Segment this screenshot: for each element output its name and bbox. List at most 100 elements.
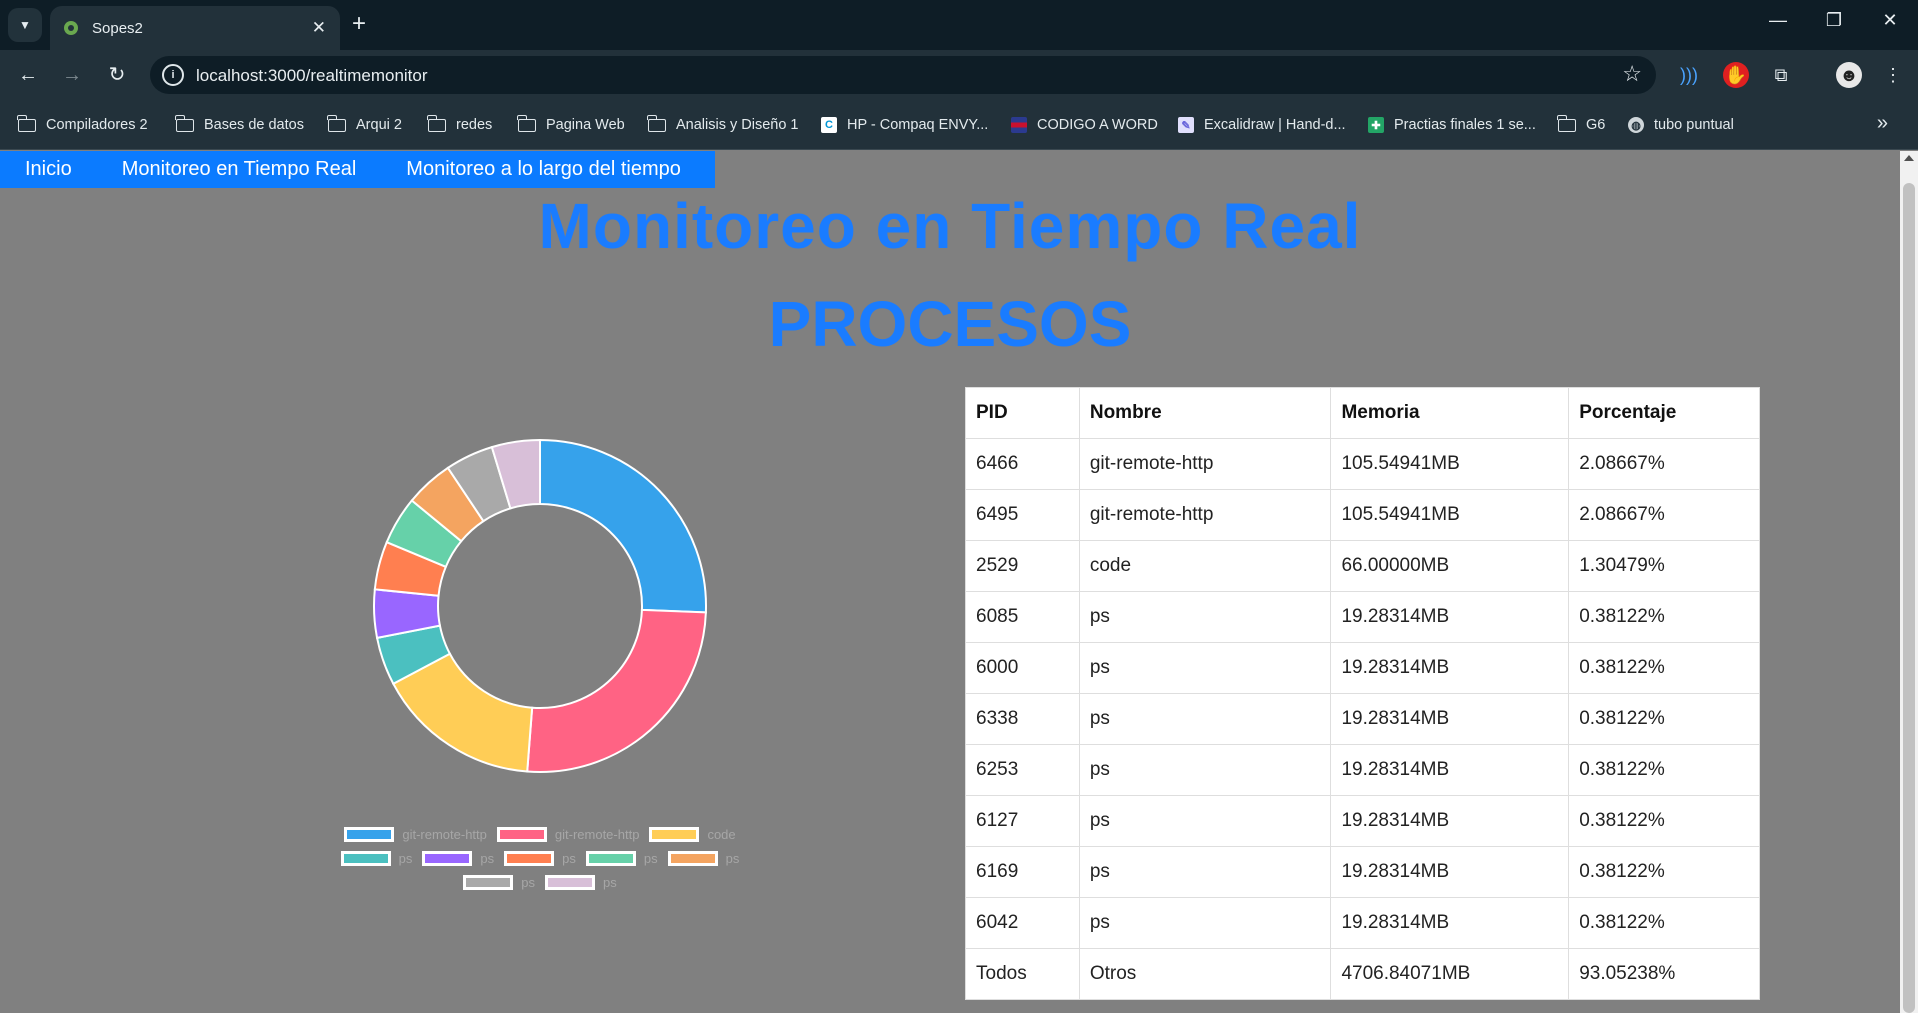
cell-porcentaje: 93.05238% xyxy=(1568,948,1760,1000)
cell-nombre: ps xyxy=(1078,897,1332,949)
table-row: 6127 ps 19.28314MB 0.38122% xyxy=(965,795,1760,847)
browser-toolbar: ← → ↻ i localhost:3000/realtimemonitor ☆… xyxy=(0,50,1918,100)
cell-memoria: 105.54941MB xyxy=(1330,438,1570,490)
wireless-extension-icon[interactable]: ))) xyxy=(1676,62,1702,88)
tab-close-icon[interactable]: ✕ xyxy=(312,18,326,38)
app-navbar: Inicio Monitoreo en Tiempo Real Monitore… xyxy=(0,151,715,188)
bookmark-g6[interactable]: G6 xyxy=(1557,114,1605,135)
bookmark-bases-de-datos[interactable]: Bases de datos xyxy=(175,114,304,135)
restore-icon[interactable]: ❐ xyxy=(1814,10,1854,31)
legend-swatch xyxy=(545,874,595,890)
url-text[interactable]: localhost:3000/realtimemonitor xyxy=(196,66,428,86)
bookmark-hp-compaq[interactable]: C HP - Compaq ENVY... xyxy=(821,115,988,135)
scroll-up-arrow-icon[interactable] xyxy=(1904,155,1914,161)
legend-item[interactable]: ps xyxy=(463,874,535,890)
header-nombre: Nombre xyxy=(1078,387,1332,439)
forward-icon[interactable]: → xyxy=(58,61,86,89)
folder-icon xyxy=(427,114,446,132)
cell-nombre: ps xyxy=(1078,846,1332,898)
cell-porcentaje: 0.38122% xyxy=(1568,642,1760,694)
extensions-puzzle-icon[interactable]: ⧉ xyxy=(1768,62,1794,88)
legend-item[interactable]: ps xyxy=(667,850,739,866)
table-row: 6253 ps 19.28314MB 0.38122% xyxy=(965,744,1760,796)
legend-label: git-remote-http xyxy=(554,826,640,842)
sheets-icon: ✚ xyxy=(1368,117,1384,133)
cell-nombre: git-remote-http xyxy=(1078,489,1332,541)
chart-slice-git-remote-http[interactable] xyxy=(526,608,707,773)
reload-icon[interactable]: ↻ xyxy=(103,61,131,89)
legend-label: ps xyxy=(643,850,658,866)
chart-slice-git-remote-http[interactable] xyxy=(539,438,707,614)
address-bar[interactable]: i localhost:3000/realtimemonitor ☆ xyxy=(150,56,1656,94)
bookmark-star-icon[interactable]: ☆ xyxy=(1622,61,1642,87)
cell-nombre: git-remote-http xyxy=(1078,438,1332,490)
cell-pid: 2529 xyxy=(965,540,1080,592)
table-row: 6042 ps 19.28314MB 0.38122% xyxy=(965,897,1760,949)
minimize-icon[interactable]: — xyxy=(1758,10,1798,31)
profile-avatar[interactable]: ☻ xyxy=(1836,62,1862,88)
cell-memoria: 19.28314MB xyxy=(1330,693,1570,745)
table-row: 6338 ps 19.28314MB 0.38122% xyxy=(965,693,1760,745)
nav-inicio-link[interactable]: Inicio xyxy=(0,158,97,181)
cell-porcentaje: 0.38122% xyxy=(1568,846,1760,898)
bookmark-analisis[interactable]: Analisis y Diseño 1 xyxy=(647,114,799,135)
folder-icon xyxy=(517,114,536,132)
folder-icon xyxy=(327,114,346,132)
bookmark-excalidraw[interactable]: ✎ Excalidraw | Hand-d... xyxy=(1178,115,1346,135)
cell-memoria: 19.28314MB xyxy=(1330,591,1570,643)
cell-pid: 6253 xyxy=(965,744,1080,796)
new-tab-icon[interactable]: + xyxy=(352,10,366,38)
page-scrollbar[interactable] xyxy=(1900,151,1918,1013)
browser-menu-icon[interactable]: ⋮ xyxy=(1880,62,1906,88)
header-pid: PID xyxy=(965,387,1080,439)
bookmark-arqui[interactable]: Arqui 2 xyxy=(327,114,402,135)
more-bookmarks-icon[interactable]: » xyxy=(1877,112,1888,135)
legend-item[interactable]: git-remote-http xyxy=(344,826,487,842)
tab-search-icon[interactable]: ▼ xyxy=(8,8,42,42)
folder-icon xyxy=(647,114,666,132)
doughnut-svg xyxy=(373,438,707,773)
bookmark-redes[interactable]: redes xyxy=(427,114,492,135)
legend-label: ps xyxy=(521,874,535,890)
legend-row: ps ps ps ps ps xyxy=(310,850,770,866)
legend-item[interactable]: ps xyxy=(340,850,412,866)
section-title: PROCESOS xyxy=(768,288,1132,360)
bookmark-codigo-a-word[interactable]: CODIGO A WORD xyxy=(1011,115,1158,135)
legend-item[interactable]: ps xyxy=(545,874,617,890)
legend-item[interactable]: code xyxy=(649,826,736,842)
site-info-icon[interactable]: i xyxy=(162,64,184,86)
process-table: PID Nombre Memoria Porcentaje 6466 git-re… xyxy=(965,387,1760,1000)
cell-memoria: 105.54941MB xyxy=(1330,489,1570,541)
nav-largo-tiempo-link[interactable]: Monitoreo a lo largo del tiempo xyxy=(381,158,706,181)
table-row: 6169 ps 19.28314MB 0.38122% xyxy=(965,846,1760,898)
folder-icon xyxy=(175,114,194,132)
process-table-container: PID Nombre Memoria Porcentaje 6466 git-re… xyxy=(965,387,1760,1000)
bookmark-pagina-web[interactable]: Pagina Web xyxy=(517,114,625,135)
legend-item[interactable]: ps xyxy=(504,850,576,866)
compaq-icon: C xyxy=(821,117,837,133)
page-viewport: Inicio Monitoreo en Tiempo Real Monitore… xyxy=(0,151,1900,1013)
bookmark-compiladores[interactable]: Compiladores 2 xyxy=(17,114,148,135)
table-body: 6466 git-remote-http 105.54941MB 2.08667% 64… xyxy=(965,438,1760,1000)
scroll-thumb[interactable] xyxy=(1903,183,1915,1013)
cell-memoria: 4706.84071MB xyxy=(1330,948,1570,1000)
header-memoria: Memoria xyxy=(1330,387,1570,439)
cell-porcentaje: 0.38122% xyxy=(1568,897,1760,949)
cell-porcentaje: 2.08667% xyxy=(1568,438,1760,490)
legend-item[interactable]: git-remote-http xyxy=(496,826,640,842)
hand-extension-icon[interactable]: ✋ xyxy=(1723,62,1749,88)
bookmark-tubo-puntual[interactable]: ◍ tubo puntual xyxy=(1628,115,1734,135)
cell-pid: 6338 xyxy=(965,693,1080,745)
cell-nombre: Otros xyxy=(1078,948,1332,1000)
nav-tiempo-real-link[interactable]: Monitoreo en Tiempo Real xyxy=(97,158,382,181)
browser-tab[interactable]: Sopes2 ✕ xyxy=(50,6,340,50)
legend-swatch xyxy=(585,850,636,866)
cell-nombre: ps xyxy=(1078,744,1332,796)
close-window-icon[interactable]: ✕ xyxy=(1870,10,1910,31)
bookmark-practias-finales[interactable]: ✚ Practias finales 1 se... xyxy=(1368,115,1536,135)
cell-memoria: 19.28314MB xyxy=(1330,642,1570,694)
back-icon[interactable]: ← xyxy=(14,61,42,89)
legend-item[interactable]: ps xyxy=(585,850,658,866)
legend-item[interactable]: ps xyxy=(422,850,494,866)
cell-nombre: code xyxy=(1078,540,1332,592)
